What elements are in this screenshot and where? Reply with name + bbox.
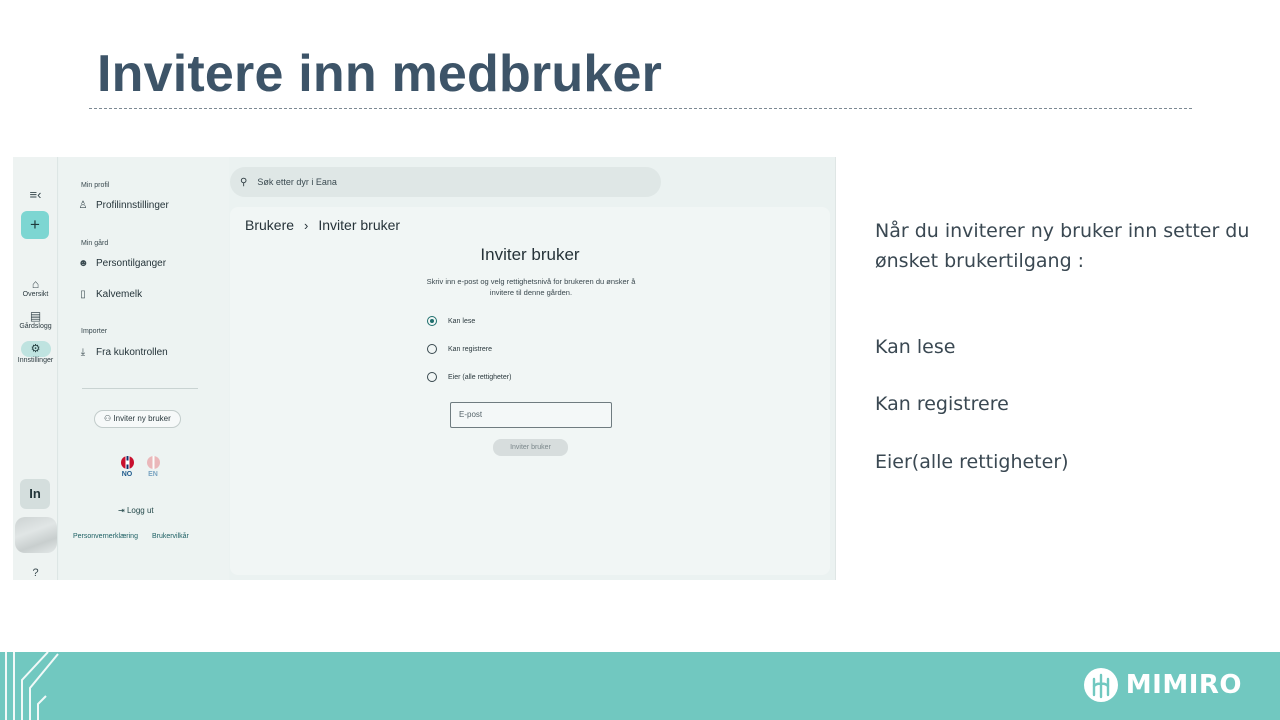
slide-notes: Når du inviterer ny bruker inn setter du… [875, 216, 1255, 473]
language-en[interactable]: EN [142, 456, 164, 478]
menu-heading-farm: Min gård [81, 240, 109, 247]
radio-eier[interactable]: Eier (alle rettigheter) [427, 372, 511, 382]
mimiro-logo: MIMIRO [1082, 666, 1242, 704]
gear-icon: ⚙ [20, 341, 51, 357]
farm-switch-button[interactable]: In [20, 479, 50, 509]
rail-item-label: Gårdslogg [19, 323, 52, 330]
radio-label: Eier (alle rettigheter) [448, 373, 512, 381]
rail-item-label: Innstillinger [17, 357, 54, 364]
menu-item-label: Fra kukontrollen [96, 347, 168, 358]
notes-option: Kan lese [875, 336, 956, 358]
settings-menu: Min profil ♙ Profilinnstillinger Min går… [59, 157, 229, 580]
rail-item-oversikt[interactable]: ⌂ Oversikt [13, 277, 58, 298]
email-field[interactable]: E-post [450, 402, 612, 428]
search-placeholder: Søk etter dyr i Eana [257, 177, 337, 187]
notes-option: Kan registrere [875, 393, 1009, 415]
brand-wordmark: MIMIRO [1125, 670, 1242, 700]
logout-icon: ⇥ [118, 506, 125, 515]
slide-footer: MIMIRO [0, 652, 1280, 720]
radio-kan-registrere[interactable]: Kan registrere [427, 344, 492, 354]
radio-kan-lese[interactable]: Kan lese [427, 316, 475, 326]
form-title: Inviter bruker [480, 245, 580, 264]
app-screenshot: ≡‹ + ⌂ Oversikt ▤ Gårdslogg ⚙ Innstillin… [13, 157, 836, 580]
breadcrumb-brukere[interactable]: Brukere [245, 217, 294, 233]
slide-title: Invitere inn medbruker [97, 45, 662, 103]
rail-item-gardslogg[interactable]: ▤ Gårdslogg [13, 309, 58, 330]
menu-item-label: Persontilganger [96, 258, 167, 269]
radio-checked-icon [427, 316, 437, 326]
radio-label: Kan lese [448, 317, 476, 325]
norway-flag-icon [120, 456, 134, 469]
notes-option: Eier(alle rettigheter) [875, 451, 1069, 473]
menu-item-label: Profilinnstillinger [96, 200, 169, 211]
footer-links: Personvernerklæring Brukervilkår [73, 533, 201, 540]
icon-rail: ≡‹ + ⌂ Oversikt ▤ Gårdslogg ⚙ Innstillin… [13, 157, 58, 580]
terms-link[interactable]: Brukervilkår [152, 533, 189, 540]
notes-intro: Når du inviterer ny bruker inn setter du… [875, 220, 1250, 272]
menu-item-kukontrollen[interactable]: ⤓ Fra kukontrollen [78, 347, 168, 358]
add-button[interactable]: + [21, 211, 49, 239]
download-icon: ⤓ [80, 347, 86, 358]
logout-link[interactable]: ⇥ Logg ut [118, 506, 154, 515]
invite-panel: Brukere › Inviter bruker Inviter bruker Sk… [230, 207, 830, 575]
radio-label: Kan registrere [448, 345, 492, 353]
menu-item-kalvemelk[interactable]: ▯ Kalvemelk [78, 289, 142, 300]
menu-item-persontilganger[interactable]: ☻ Persontilganger [78, 258, 166, 269]
invite-new-user-button[interactable]: ⚇ Inviter ny bruker [94, 410, 181, 428]
search-bar[interactable]: ⚲ Søk etter dyr i Eana [230, 167, 661, 197]
help-icon[interactable]: ? [13, 567, 58, 579]
tree-logo-icon [1083, 668, 1118, 702]
circuit-lines-decoration [5, 652, 59, 720]
home-icon: ⌂ [31, 277, 40, 291]
form-description: Skriv inn e-post og velg rettighetsnivå … [426, 277, 636, 297]
bottle-icon: ▯ [80, 289, 86, 300]
collapse-menu-icon[interactable]: ≡‹ [13, 187, 58, 202]
rail-item-label: Oversikt [22, 291, 49, 298]
menu-item-label: Kalvemelk [96, 289, 143, 300]
privacy-link[interactable]: Personvernerklæring [73, 533, 138, 540]
redacted-avatar [15, 517, 57, 553]
uk-flag-icon [146, 456, 160, 469]
menu-divider [82, 388, 198, 389]
radio-unchecked-icon [427, 344, 437, 354]
breadcrumb-current: Inviter bruker [318, 217, 401, 233]
radio-unchecked-icon [427, 372, 437, 382]
calendar-icon: ▤ [29, 309, 42, 323]
person-icon: ♙ [78, 200, 88, 211]
menu-heading-profile: Min profil [81, 182, 110, 189]
menu-heading-import: Importer [81, 328, 108, 335]
add-person-icon: ⚇ [104, 414, 112, 423]
menu-item-profilinnstillinger[interactable]: ♙ Profilinnstillinger [78, 200, 169, 211]
title-divider [89, 108, 1192, 109]
chevron-right-icon: › [304, 218, 309, 233]
search-icon: ⚲ [240, 176, 248, 188]
invite-user-button[interactable]: Inviter bruker [493, 439, 568, 456]
breadcrumb: Brukere › Inviter bruker [245, 217, 400, 233]
people-icon: ☻ [78, 258, 89, 269]
language-no[interactable]: NO [116, 456, 138, 478]
rail-item-innstillinger[interactable]: ⚙ Innstillinger [13, 341, 58, 364]
